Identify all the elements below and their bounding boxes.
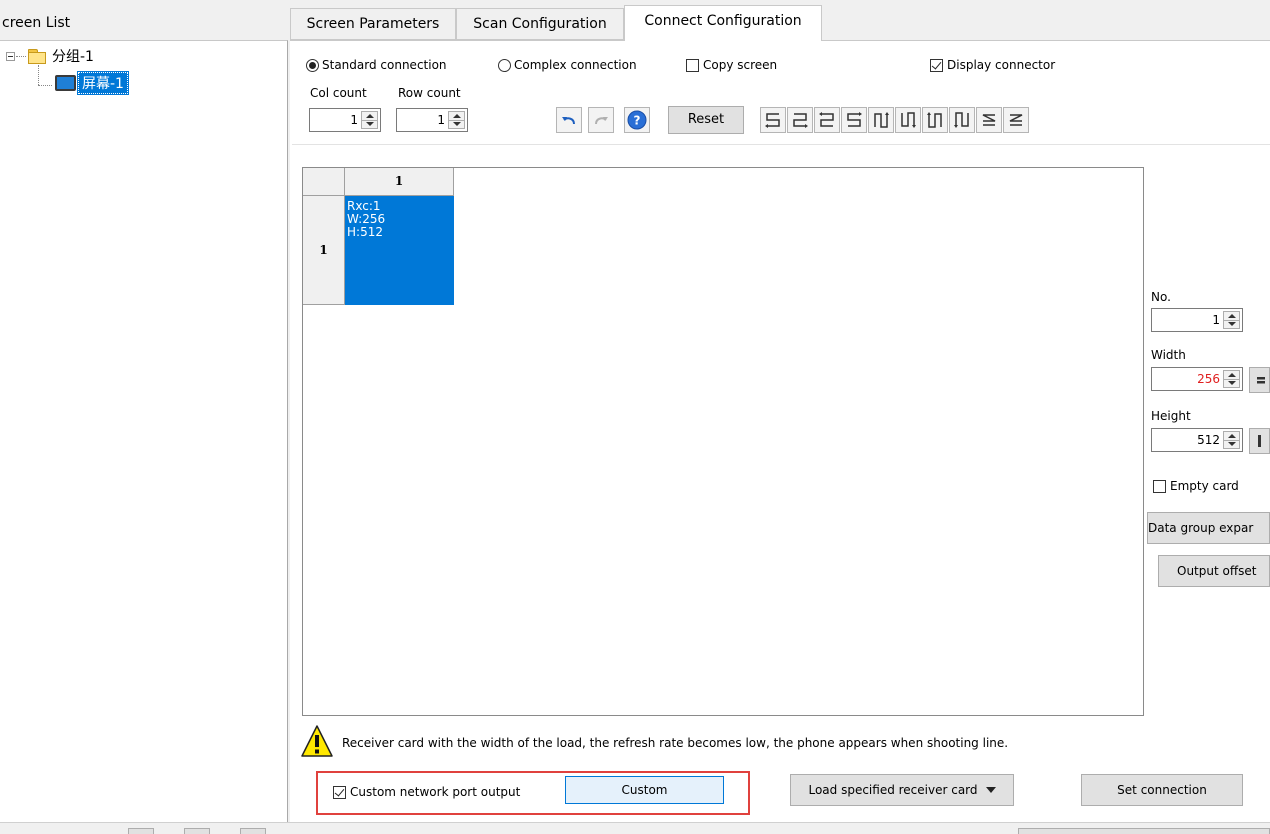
direction-right-left-icon[interactable] xyxy=(787,107,813,133)
row-count-stepper[interactable]: 1 xyxy=(396,108,468,132)
screen-label: 屏幕-1 xyxy=(77,71,129,95)
custom-network-port-checkbox[interactable]: Custom network port output xyxy=(333,783,520,801)
direction-down-up-icon[interactable] xyxy=(895,107,921,133)
display-connector-checkbox[interactable]: Display connector xyxy=(930,56,1055,74)
card-number-value: 1 xyxy=(1212,313,1220,327)
direction-bottom-left-icon[interactable] xyxy=(814,107,840,133)
height-label: Height xyxy=(1151,409,1191,423)
tree-item-group[interactable]: 分组-1 xyxy=(28,46,94,66)
standard-connection-radio[interactable]: Standard connection xyxy=(306,56,447,74)
help-button[interactable]: ? xyxy=(624,107,650,133)
grid-corner xyxy=(303,168,345,196)
cell-height: H:512 xyxy=(347,225,383,239)
card-number-stepper[interactable]: 1 xyxy=(1151,308,1243,332)
help-icon: ? xyxy=(627,110,647,130)
output-offset-button[interactable]: Output offset xyxy=(1158,555,1270,587)
monitor-icon xyxy=(54,74,76,92)
direction-left-right-icon[interactable] xyxy=(760,107,786,133)
card-width-value: 256 xyxy=(1197,372,1220,386)
folder-icon xyxy=(28,49,46,64)
receiver-card-cell[interactable]: Rxc:1 W:256 H:512 xyxy=(345,196,454,305)
width-label: Width xyxy=(1151,348,1186,362)
standard-connection-label: Standard connection xyxy=(322,58,447,72)
bottom-field[interactable] xyxy=(1018,828,1270,834)
row-count-label: Row count xyxy=(398,86,461,100)
complex-connection-radio[interactable]: Complex connection xyxy=(498,56,637,74)
reset-button[interactable]: Reset xyxy=(668,106,744,134)
tree-connector xyxy=(38,65,39,85)
tree-connector xyxy=(16,56,26,57)
set-connection-button[interactable]: Set connection xyxy=(1081,774,1243,806)
direction-up-down-icon[interactable] xyxy=(868,107,894,133)
complex-connection-label: Complex connection xyxy=(514,58,637,72)
warning-icon xyxy=(301,725,333,757)
group-label: 分组-1 xyxy=(52,49,94,65)
tree-connector xyxy=(38,85,52,86)
bottom-button[interactable] xyxy=(184,828,210,834)
toolbar-divider xyxy=(292,144,1270,145)
empty-card-checkbox[interactable]: Empty card xyxy=(1153,477,1239,495)
col-count-stepper[interactable]: 1 xyxy=(309,108,381,132)
custom-network-port-label: Custom network port output xyxy=(350,785,521,799)
copy-screen-checkbox[interactable]: Copy screen xyxy=(686,56,777,74)
checkbox-icon xyxy=(686,58,699,72)
no-label: No. xyxy=(1151,290,1171,304)
dropdown-arrow-icon xyxy=(985,787,996,793)
horizontal-bars-icon xyxy=(1256,377,1265,384)
direction-top-right-icon[interactable] xyxy=(922,107,948,133)
col-count-label: Col count xyxy=(310,86,367,100)
tab-screen-parameters[interactable]: Screen Parameters xyxy=(290,8,456,40)
empty-card-label: Empty card xyxy=(1170,479,1239,493)
svg-text:?: ? xyxy=(634,114,641,128)
custom-button[interactable]: Custom xyxy=(565,776,724,804)
app-window: creen List 分组-1 屏幕-1 Screen Parameters S… xyxy=(0,0,1270,834)
checkbox-checked-icon xyxy=(930,58,943,72)
radio-icon xyxy=(498,58,511,72)
collapse-toggle[interactable] xyxy=(6,52,15,61)
tab-connect-configuration[interactable]: Connect Configuration xyxy=(624,5,822,41)
row-count-value: 1 xyxy=(437,113,445,127)
height-apply-button[interactable] xyxy=(1249,428,1270,454)
bottom-button[interactable] xyxy=(128,828,154,834)
row-header: 1 xyxy=(303,196,345,305)
column-header: 1 xyxy=(345,168,454,196)
col-count-value: 1 xyxy=(350,113,358,127)
copy-screen-label: Copy screen xyxy=(703,58,778,72)
width-apply-button[interactable] xyxy=(1249,367,1270,393)
connection-grid[interactable]: 1 1 Rxc:1 W:256 H:512 xyxy=(302,167,1144,716)
direction-bottom-right-icon[interactable] xyxy=(841,107,867,133)
direction-right-up-icon[interactable] xyxy=(949,107,975,133)
warning-message: Receiver card with the width of the load… xyxy=(342,736,1009,750)
data-group-expand-button[interactable]: Data group expar xyxy=(1147,512,1270,544)
tree-item-screen[interactable]: 屏幕-1 xyxy=(54,71,129,95)
direction-zigzag-left-icon[interactable] xyxy=(976,107,1002,133)
checkbox-checked-icon xyxy=(333,785,346,799)
undo-icon xyxy=(562,117,575,125)
direction-zigzag-right-icon[interactable] xyxy=(1003,107,1029,133)
display-connector-label: Display connector xyxy=(947,58,1056,72)
screen-list-title: creen List xyxy=(2,15,71,31)
tab-scan-configuration[interactable]: Scan Configuration xyxy=(456,8,624,40)
screen-list-tree: 分组-1 屏幕-1 xyxy=(0,40,288,822)
redo-button[interactable] xyxy=(588,107,614,133)
radio-selected-icon xyxy=(306,58,319,72)
card-height-stepper[interactable]: 512 xyxy=(1151,428,1243,452)
card-width-stepper[interactable]: 256 xyxy=(1151,367,1243,391)
card-height-value: 512 xyxy=(1197,433,1220,447)
load-receiver-card-label: Load specified receiver card xyxy=(808,783,978,797)
vertical-bars-icon xyxy=(1257,435,1261,447)
load-receiver-card-dropdown[interactable]: Load specified receiver card xyxy=(790,774,1014,806)
redo-icon xyxy=(595,117,608,125)
bottom-button[interactable] xyxy=(240,828,266,834)
checkbox-icon xyxy=(1153,479,1166,493)
undo-button[interactable] xyxy=(556,107,582,133)
